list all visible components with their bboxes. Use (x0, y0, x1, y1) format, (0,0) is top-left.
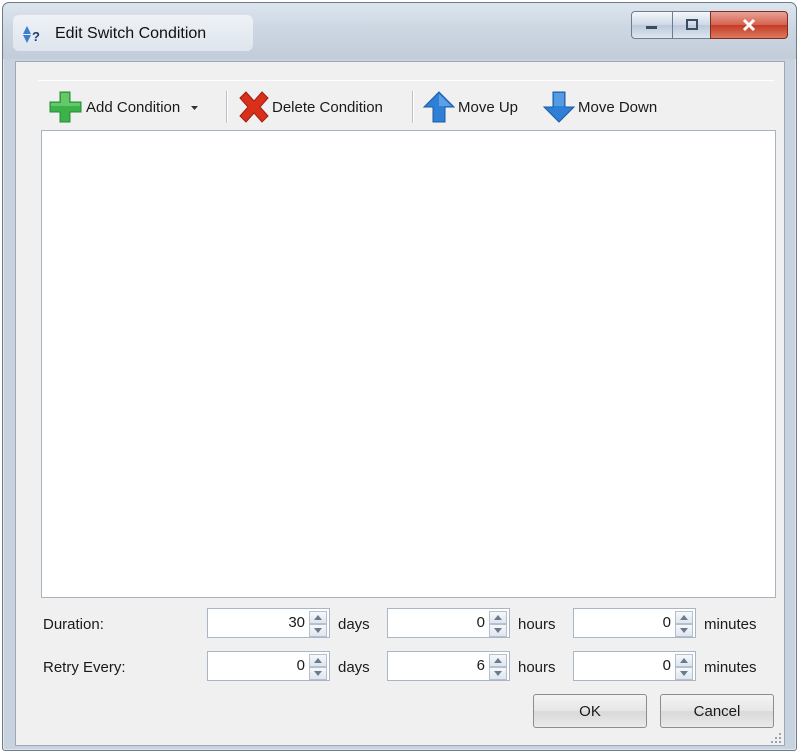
close-icon (711, 12, 787, 38)
retry-hours-unit: hours (518, 659, 556, 676)
minimize-icon (632, 12, 672, 38)
move-down-label: Move Down (578, 98, 658, 116)
toolbar: Add Condition Delete Condition Move Up M… (38, 80, 774, 129)
duration-hours-unit: hours (518, 616, 556, 633)
duration-label: Duration: (43, 616, 104, 633)
retry-minutes-spinner[interactable]: 0 (573, 651, 696, 681)
duration-hours-spinner[interactable]: 0 (387, 608, 510, 638)
minimize-button[interactable] (631, 11, 673, 39)
cancel-button[interactable]: Cancel (660, 694, 774, 728)
spin-up-icon[interactable] (309, 611, 327, 624)
spin-up-icon[interactable] (489, 654, 507, 667)
dialog-window: ? Edit Switch Condition Add Condition De… (2, 2, 797, 751)
add-condition-button[interactable]: Add Condition (48, 89, 200, 125)
arrow-up-icon (422, 90, 458, 124)
spinner-arrows (489, 654, 507, 680)
duration-days-spinner[interactable]: 30 (207, 608, 330, 638)
spin-down-icon[interactable] (489, 667, 507, 680)
move-up-label: Move Up (458, 98, 519, 116)
spin-up-icon[interactable] (309, 654, 327, 667)
spin-up-icon[interactable] (675, 654, 693, 667)
spinner-arrows (675, 654, 693, 680)
spin-up-icon[interactable] (675, 611, 693, 624)
move-up-button[interactable]: Move Up (422, 89, 518, 125)
duration-minutes-spinner[interactable]: 0 (573, 608, 696, 638)
retry-minutes-unit: minutes (704, 659, 757, 676)
duration-minutes-unit: minutes (704, 616, 757, 633)
spin-down-icon[interactable] (489, 624, 507, 637)
add-icon (48, 90, 86, 124)
spin-down-icon[interactable] (675, 667, 693, 680)
retry-hours-value[interactable]: 6 (477, 657, 485, 674)
add-condition-label: Add Condition (86, 98, 181, 116)
spinner-arrows (675, 611, 693, 637)
maximize-icon (673, 12, 710, 38)
close-button[interactable] (710, 11, 788, 39)
resize-grip-icon[interactable] (770, 731, 782, 743)
window-title: Edit Switch Condition (55, 25, 207, 42)
duration-hours-value[interactable]: 0 (477, 614, 485, 631)
spin-down-icon[interactable] (309, 667, 327, 680)
spin-up-icon[interactable] (489, 611, 507, 624)
dropdown-arrow-icon[interactable] (190, 99, 200, 116)
toolbar-separator (412, 91, 413, 123)
duration-days-value[interactable]: 30 (288, 614, 305, 631)
retry-days-value[interactable]: 0 (297, 657, 305, 674)
delete-icon (236, 90, 272, 124)
arrow-down-icon (542, 90, 578, 124)
svg-text:?: ? (32, 29, 40, 44)
title-bar[interactable]: ? Edit Switch Condition (3, 3, 796, 59)
spin-down-icon[interactable] (675, 624, 693, 637)
dialog-client-area: Add Condition Delete Condition Move Up M… (15, 61, 785, 746)
spin-down-icon[interactable] (309, 624, 327, 637)
toolbar-separator (226, 91, 227, 123)
retry-minutes-value[interactable]: 0 (663, 657, 671, 674)
retry-hours-spinner[interactable]: 6 (387, 651, 510, 681)
delete-condition-label: Delete Condition (272, 98, 383, 116)
spinner-arrows (309, 611, 327, 637)
switch-condition-icon: ? (19, 23, 41, 45)
ok-button[interactable]: OK (533, 694, 647, 728)
spinner-arrows (309, 654, 327, 680)
move-down-button[interactable]: Move Down (542, 89, 657, 125)
conditions-list[interactable] (41, 130, 776, 598)
maximize-button[interactable] (672, 11, 711, 39)
retry-days-spinner[interactable]: 0 (207, 651, 330, 681)
retry-days-unit: days (338, 659, 370, 676)
spinner-arrows (489, 611, 507, 637)
retry-every-label: Retry Every: (43, 659, 126, 676)
delete-condition-button[interactable]: Delete Condition (236, 89, 383, 125)
duration-minutes-value[interactable]: 0 (663, 614, 671, 631)
duration-days-unit: days (338, 616, 370, 633)
